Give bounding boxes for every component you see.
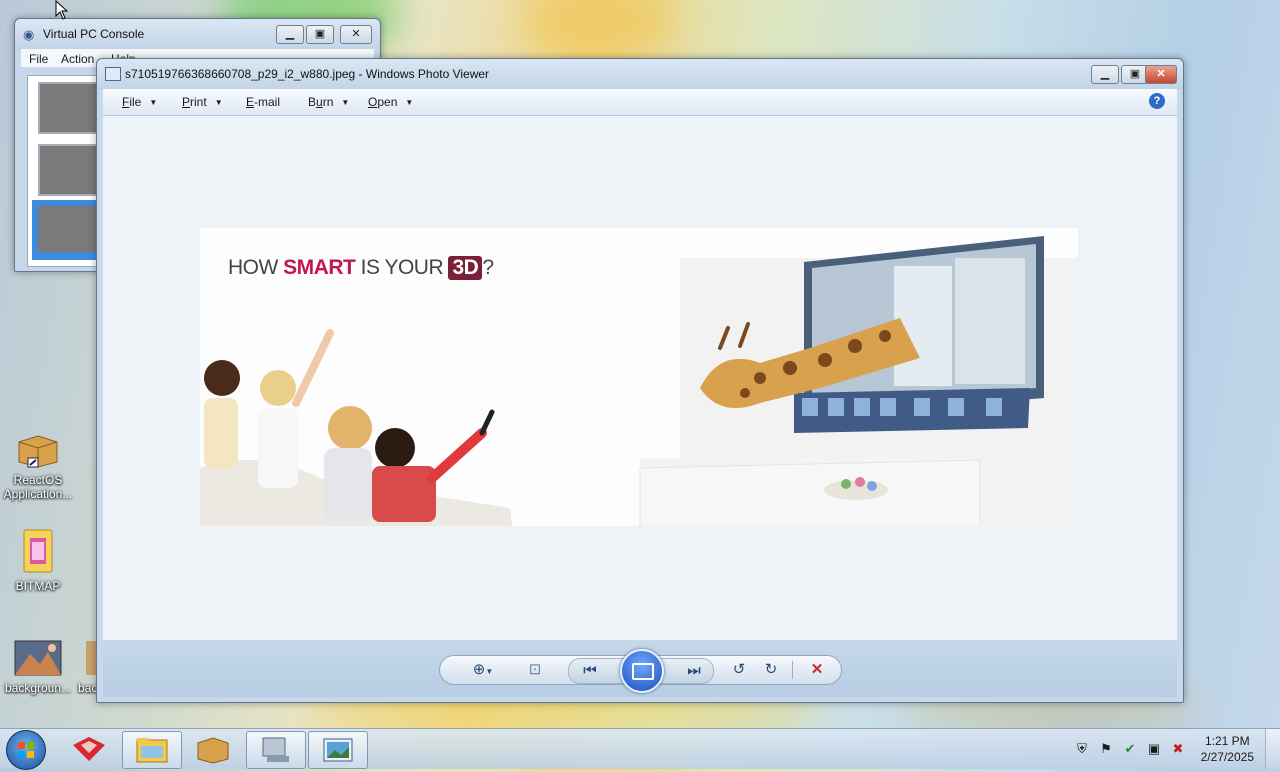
menu-email[interactable]: E-mail [246, 95, 280, 109]
menu-burn[interactable]: Burn ▼ [308, 95, 349, 109]
security-check-icon[interactable]: ✔ [1122, 741, 1138, 757]
package-icon [0, 432, 76, 471]
taskbar-reactos-apps[interactable] [184, 731, 242, 767]
menu-file[interactable]: File ▼ [122, 95, 157, 109]
rotate-clockwise-icon[interactable]: ↻ [758, 660, 784, 680]
clock-time: 1:21 PM [1204, 734, 1250, 748]
help-icon[interactable]: ? [1149, 93, 1165, 109]
action-center-flag-icon[interactable]: ⚑ [1098, 741, 1114, 757]
command-bar: File ▼ Print ▼ E-mail Burn ▼ Open ▼ ? [103, 89, 1177, 116]
app-logo-icon [73, 737, 105, 761]
displayed-photo[interactable]: HOW SMART IS YOUR 3D? [200, 228, 1078, 526]
desktop-icon-reactos-apps[interactable]: ReactOS Application... [0, 432, 76, 501]
show-desktop-button[interactable] [1265, 729, 1280, 769]
photo-viewer-app-icon [105, 67, 121, 81]
photo-viewer-window[interactable]: s710519766368660708_p29_i2_w880.jpeg - W… [96, 58, 1184, 703]
network-icon[interactable]: ▣ [1146, 741, 1162, 757]
toolbar-pill: ⊕▼ ⊡ ⏮ ⏭ ↺ ↻ ✕ [439, 649, 842, 693]
folder-icon [136, 738, 168, 763]
vm-thumbnail-selected[interactable] [32, 200, 104, 260]
chevron-down-icon: ▼ [149, 98, 158, 107]
package-icon [197, 737, 229, 764]
wallpaper-blob [520, 0, 680, 60]
chevron-down-icon: ▼ [341, 98, 350, 107]
start-button[interactable] [6, 730, 46, 770]
vpc-minimize-button[interactable]: ▁ [276, 25, 304, 44]
vpc-app-icon: ◉ [23, 27, 35, 42]
taskbar-app-pinned[interactable] [60, 731, 118, 767]
vpc-menu-file[interactable]: File [29, 52, 48, 66]
system-clock[interactable]: 1:21 PM 2/27/2025 [1201, 733, 1254, 765]
close-button[interactable]: ✕ [1145, 65, 1177, 84]
delete-icon[interactable]: ✕ [804, 660, 830, 680]
chevron-down-icon: ▼ [214, 98, 223, 107]
previous-icon[interactable]: ⏮ [577, 661, 603, 681]
vpc-close-button[interactable]: ✕ [340, 25, 372, 44]
actual-size-icon[interactable]: ⊡ [522, 660, 548, 680]
vpc-maximize-button[interactable]: ▣ [306, 25, 334, 44]
vpc-titlebar[interactable]: ◉ Virtual PC Console ▁ ▣ ✕ [15, 19, 380, 49]
slideshow-icon [632, 663, 654, 680]
network-shield-icon[interactable]: ⛨ [1074, 741, 1090, 757]
photo-viewer-titlebar[interactable]: s710519766368660708_p29_i2_w880.jpeg - W… [97, 59, 1183, 89]
window-title: s710519766368660708_p29_i2_w880.jpeg - W… [125, 67, 490, 81]
rotate-counterclockwise-icon[interactable]: ↺ [726, 660, 752, 680]
mouse-cursor-icon [55, 0, 69, 20]
minimize-button[interactable]: ▁ [1091, 65, 1119, 84]
photo-viewer-icon [323, 738, 353, 762]
slideshow-button[interactable] [620, 649, 664, 693]
viewer-toolbar: ⊕▼ ⊡ ⏮ ⏭ ↺ ↻ ✕ [103, 641, 1177, 697]
next-icon[interactable]: ⏭ [681, 661, 707, 681]
taskbar: ⛨ ⚑ ✔ ▣ ✖ 1:21 PM 2/27/2025 [0, 728, 1280, 770]
vm-thumbnail[interactable] [38, 82, 104, 134]
taskbar-explorer[interactable] [122, 731, 182, 769]
volume-muted-icon[interactable]: ✖ [1170, 741, 1186, 757]
taskbar-photo-viewer[interactable] [308, 731, 368, 769]
photo-headline: HOW SMART IS YOUR 3D? [228, 256, 494, 280]
vpc-title: Virtual PC Console [43, 27, 145, 41]
toolbar-divider [792, 661, 793, 679]
taskbar-virtual-pc[interactable] [246, 731, 306, 769]
virtual-pc-icon [262, 737, 289, 762]
vm-thumbnail[interactable] [38, 144, 104, 196]
desktop-icon-bitmap[interactable]: BITMAP [0, 528, 76, 593]
clock-date: 2/27/2025 [1200, 750, 1254, 764]
menu-open[interactable]: Open ▼ [368, 95, 413, 109]
menu-print[interactable]: Print ▼ [182, 95, 223, 109]
chevron-down-icon: ▼ [405, 98, 414, 107]
zoom-icon[interactable]: ⊕▼ [466, 660, 500, 680]
vpc-menu-action[interactable]: Action [61, 52, 94, 66]
windows-logo-icon [18, 742, 34, 758]
image-viewport: HOW SMART IS YOUR 3D? [103, 116, 1177, 640]
folder-icon [0, 528, 76, 577]
